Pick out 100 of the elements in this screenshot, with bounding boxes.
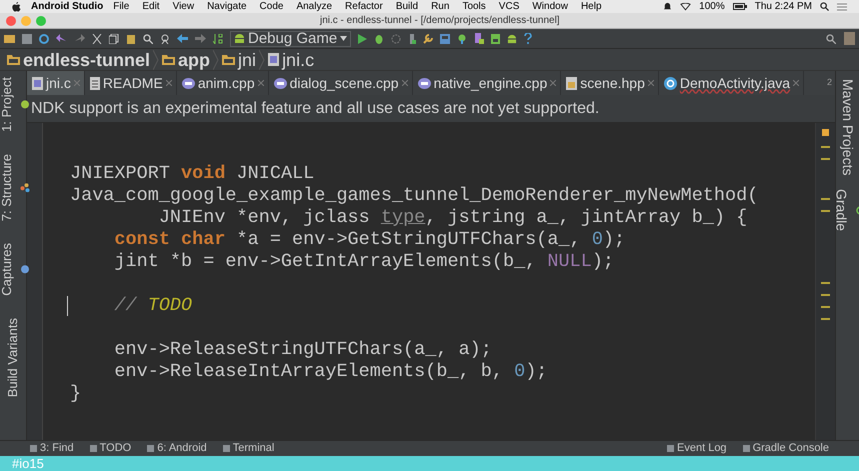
tool-window-tab[interactable]: 3: Find [30,443,74,454]
tool-window-tab[interactable]: 7: Structure [0,154,30,222]
tool-window-icon [742,445,750,452]
code-line: jint *b = env->GetIntArrayElements(b_, NULL); [113,251,614,272]
menu-item[interactable]: VCS [498,0,520,14]
menu-item[interactable]: Edit [142,0,160,14]
tool-window-icon [147,445,154,452]
device-icon[interactable] [474,33,484,44]
folder-icon [7,54,20,65]
menu-item[interactable]: Run [431,0,450,14]
breadcrumb-item[interactable]: jni [219,50,260,68]
cut-icon[interactable] [92,34,102,44]
caret-icon [340,36,348,41]
save-icon[interactable] [22,34,32,44]
undo-icon[interactable] [56,34,67,43]
close-icon[interactable] [402,80,408,86]
clock[interactable]: Thu 2:24 PM [754,0,812,14]
run-icon[interactable] [358,34,368,44]
back-arrow-icon[interactable] [177,34,188,43]
android-icon [20,100,30,109]
tool-window-tab[interactable]: Captures [0,243,30,296]
camera-icon [20,265,30,274]
code-line: env->ReleaseStringUTFChars(a_, a); [113,339,492,360]
editor-tab[interactable]: jni.c [27,71,85,95]
cpp-file-icon [274,78,287,88]
tool-window-tab[interactable]: Build Variants [3,318,23,398]
code-line: JNIEXPORT void JNICALL [70,163,314,184]
app-name[interactable]: Android Studio [31,0,104,14]
window-title: jni.c - endless-tunnel - [/demo/projects/endless-tunnel] [320,14,560,28]
breadcrumb-item[interactable]: jni.c [265,50,318,68]
sync-icon[interactable] [39,34,49,44]
wrench-icon[interactable] [423,34,434,44]
redo-icon[interactable] [74,34,85,43]
tool-window-tab[interactable]: 1: Project [0,77,30,132]
stop-icon[interactable] [408,34,416,44]
attach-icon[interactable] [391,34,402,44]
tool-window-tab[interactable]: 6: Android [147,443,207,454]
folder-icon [222,54,236,65]
header-file-icon [566,76,578,90]
editor-tab[interactable]: dialog_scene.cpp [268,71,413,95]
breadcrumb-item[interactable]: app [159,50,214,68]
menu-item[interactable]: Navigate [207,0,247,14]
folder-icon[interactable] [4,34,15,43]
tab-overflow-count[interactable]: 2 [824,76,835,90]
c-file-icon [268,53,280,66]
help-icon[interactable] [524,33,532,44]
bug-icon[interactable] [374,34,384,44]
menu-item[interactable]: Refactor [345,0,383,14]
editor-tab[interactable]: native_engine.cpp [412,71,562,95]
sdk-manager-icon[interactable] [457,34,468,44]
project-structure-icon[interactable] [440,34,450,44]
tool-window-icon [90,445,97,452]
close-icon[interactable] [793,80,800,86]
menu-item[interactable]: File [113,0,130,14]
run-configuration-dropdown[interactable]: Debug Game [230,30,352,46]
menu-item[interactable]: Tools [462,0,486,14]
tool-window-tab[interactable]: Event Log [667,443,727,454]
menu-item[interactable]: Build [396,0,418,14]
code-line: JNIEnv *env, jclass type, jstring a_, jintArray b_) { [158,207,748,228]
menu-item[interactable]: Window [532,0,568,14]
menu-item[interactable]: Help [580,0,602,14]
close-icon[interactable] [550,80,556,86]
event-hashtag: #io15 [12,457,44,470]
code-line: env->ReleaseIntArrayElements(b_, b, 0); [113,361,548,382]
breadcrumb-item[interactable]: endless-tunnel [4,50,154,68]
chevron-icon [213,50,220,70]
android-icon[interactable] [507,34,518,44]
close-icon[interactable] [166,80,172,86]
cpp-file-icon [418,78,431,88]
paste-icon[interactable] [126,34,136,44]
tool-window-tab[interactable]: Terminal [222,443,274,454]
android-icon [234,33,245,44]
code-line: // TODO [113,295,192,316]
battery-icon[interactable] [732,3,747,10]
tool-window-tab[interactable]: Gradle [830,189,859,232]
list-icon[interactable] [837,2,847,10]
close-icon[interactable] [648,80,654,86]
menu-item[interactable]: Analyze [296,0,332,14]
menu-item[interactable]: Code [260,0,284,14]
tool-window-tab[interactable]: TODO [90,443,132,454]
close-window-button[interactable] [6,16,16,26]
cpp-file-icon [182,78,195,88]
search-icon[interactable] [820,2,829,11]
wifi-icon[interactable] [680,2,692,10]
java-class-icon [664,76,677,90]
tool-window-tab[interactable]: Maven Projects [837,79,858,176]
make-icon[interactable] [213,34,223,44]
forward-arrow-icon[interactable] [195,34,206,43]
replace-icon[interactable] [160,34,170,44]
code-line: const char *a = env->GetStringUTFChars(a_, 0); [113,229,626,250]
tool-window-tab[interactable]: Gradle Console [742,443,829,454]
monitor-icon[interactable] [491,34,500,44]
folder-icon [162,54,176,65]
menu-item[interactable]: View [172,0,194,14]
search-icon[interactable] [143,34,153,44]
close-icon[interactable] [258,80,264,86]
bell-icon[interactable] [663,2,672,11]
tool-window-icon [30,445,37,452]
copy-icon[interactable] [109,34,119,44]
apple-logo-icon[interactable] [12,2,21,12]
